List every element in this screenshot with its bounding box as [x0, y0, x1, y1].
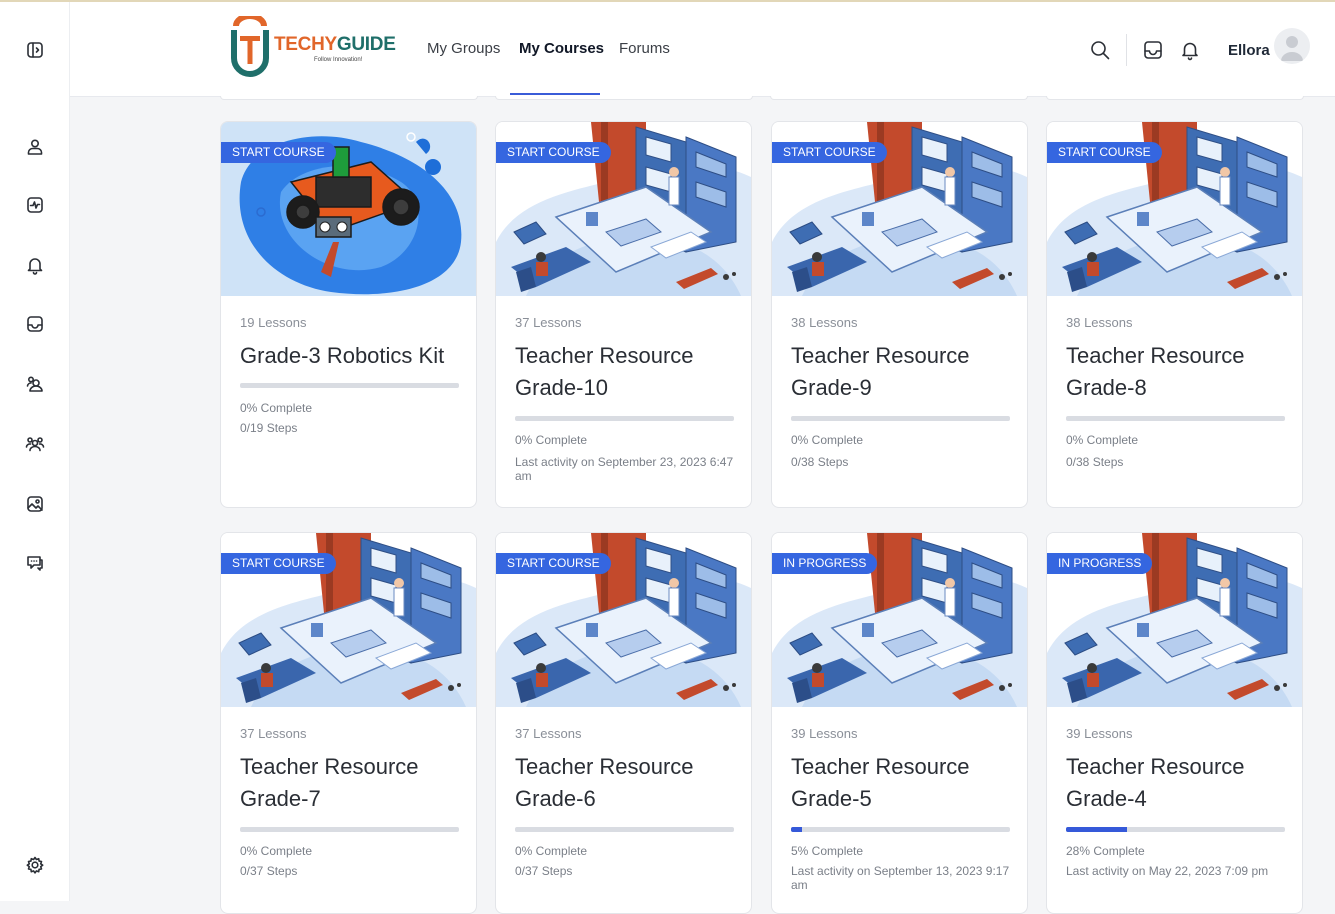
course-card[interactable]: START COURSE 38 Lessons Teacher Resource… — [1046, 121, 1303, 508]
panel-toggle-icon[interactable] — [22, 37, 48, 63]
progress-percent: 5% Complete — [791, 844, 864, 858]
course-card[interactable]: START COURSE 37 Lessons Teacher Resource… — [220, 532, 477, 914]
course-status-badge[interactable]: START COURSE — [221, 553, 336, 574]
avatar[interactable] — [1274, 28, 1310, 64]
course-meta: 0/37 Steps — [515, 864, 573, 878]
top-header: TECHYGUIDE Follow Innovation! My Groups … — [70, 2, 1335, 97]
progress-bar — [1066, 827, 1285, 832]
photos-icon[interactable] — [22, 491, 48, 517]
course-status-badge[interactable]: START COURSE — [496, 553, 611, 574]
course-meta: 0/37 Steps — [240, 864, 298, 878]
lesson-count: 39 Lessons — [1066, 726, 1133, 741]
progress-bar — [1066, 416, 1285, 421]
course-title[interactable]: Grade-3 Robotics Kit — [240, 340, 465, 372]
course-status-badge[interactable]: START COURSE — [772, 142, 887, 163]
progress-percent: 28% Complete — [1066, 844, 1145, 858]
progress-bar — [240, 383, 459, 388]
sidebar — [0, 2, 70, 901]
username[interactable]: Ellora — [1228, 42, 1270, 59]
lesson-count: 19 Lessons — [240, 315, 307, 330]
nav-active-indicator — [510, 93, 600, 95]
nav-forums[interactable]: Forums — [619, 40, 670, 57]
course-meta: Last activity on September 23, 2023 6:47… — [515, 455, 734, 483]
bell-icon[interactable] — [22, 252, 48, 278]
progress-percent: 0% Complete — [240, 844, 313, 858]
course-status-badge[interactable]: START COURSE — [496, 142, 611, 163]
settings-icon[interactable] — [22, 852, 48, 878]
logo-tagline: Follow Innovation! — [314, 57, 363, 63]
group-icon[interactable] — [22, 431, 48, 457]
course-status-badge[interactable]: IN PROGRESS — [772, 553, 878, 574]
previous-card-edge — [770, 96, 1028, 100]
header-divider — [1126, 34, 1127, 66]
search-icon[interactable] — [1088, 38, 1112, 62]
lesson-count: 37 Lessons — [515, 726, 582, 741]
user-icon[interactable] — [22, 134, 48, 160]
users-icon[interactable] — [22, 371, 48, 397]
course-meta: 0/38 Steps — [1066, 455, 1124, 469]
course-title[interactable]: Teacher Resource Grade-4 — [1066, 751, 1291, 815]
progress-percent: 0% Complete — [240, 401, 313, 415]
progress-bar — [240, 827, 459, 832]
progress-fill — [1066, 827, 1128, 832]
course-status-badge[interactable]: IN PROGRESS — [1047, 553, 1153, 574]
course-title[interactable]: Teacher Resource Grade-10 — [515, 340, 740, 404]
course-card[interactable]: START COURSE 19 Lessons Grade-3 Robotics… — [220, 121, 477, 508]
logo-mark-icon — [231, 16, 269, 77]
progress-bar — [515, 416, 734, 421]
logo-brand-text: TECHYGUIDE — [274, 34, 396, 55]
progress-bar — [515, 827, 734, 832]
course-title[interactable]: Teacher Resource Grade-7 — [240, 751, 465, 815]
course-status-badge[interactable]: START COURSE — [1047, 142, 1162, 163]
lesson-count: 38 Lessons — [1066, 315, 1133, 330]
progress-percent: 0% Complete — [515, 433, 588, 447]
course-title[interactable]: Teacher Resource Grade-8 — [1066, 340, 1291, 404]
progress-bar — [791, 416, 1010, 421]
course-meta: Last activity on September 13, 2023 9:17… — [791, 864, 1010, 892]
nav-my-groups[interactable]: My Groups — [427, 40, 500, 57]
lesson-count: 38 Lessons — [791, 315, 858, 330]
progress-percent: 0% Complete — [1066, 433, 1139, 447]
previous-card-edge — [1046, 96, 1304, 100]
lesson-count: 37 Lessons — [515, 315, 582, 330]
default-avatar-icon — [1281, 36, 1303, 61]
course-card[interactable]: START COURSE 38 Lessons Teacher Resource… — [771, 121, 1028, 508]
course-meta: 0/19 Steps — [240, 421, 298, 435]
course-card[interactable]: IN PROGRESS 39 Lessons Teacher Resource … — [1046, 532, 1303, 914]
course-status-badge[interactable]: START COURSE — [221, 142, 336, 163]
course-card[interactable]: START COURSE 37 Lessons Teacher Resource… — [495, 121, 752, 508]
nav-my-courses[interactable]: My Courses — [519, 40, 604, 57]
progress-fill — [791, 827, 802, 832]
techyguide-logo[interactable]: TECHYGUIDE Follow Innovation! — [228, 16, 396, 84]
course-meta: Last activity on May 22, 2023 7:09 pm — [1066, 864, 1269, 878]
progress-percent: 0% Complete — [791, 433, 864, 447]
course-card[interactable]: IN PROGRESS 39 Lessons Teacher Resource … — [771, 532, 1028, 914]
course-title[interactable]: Teacher Resource Grade-5 — [791, 751, 1016, 815]
bell-icon[interactable] — [1178, 38, 1202, 62]
progress-percent: 0% Complete — [515, 844, 588, 858]
course-meta: 0/38 Steps — [791, 455, 849, 469]
lesson-count: 37 Lessons — [240, 726, 307, 741]
previous-card-edge — [220, 96, 478, 100]
previous-card-edge — [495, 96, 753, 100]
course-title[interactable]: Teacher Resource Grade-9 — [791, 340, 1016, 404]
inbox-icon[interactable] — [22, 311, 48, 337]
messages-icon[interactable] — [22, 550, 48, 576]
lesson-count: 39 Lessons — [791, 726, 858, 741]
inbox-icon[interactable] — [1141, 38, 1165, 62]
activity-icon[interactable] — [22, 192, 48, 218]
progress-bar — [791, 827, 1010, 832]
course-title[interactable]: Teacher Resource Grade-6 — [515, 751, 740, 815]
course-card[interactable]: START COURSE 37 Lessons Teacher Resource… — [495, 532, 752, 914]
